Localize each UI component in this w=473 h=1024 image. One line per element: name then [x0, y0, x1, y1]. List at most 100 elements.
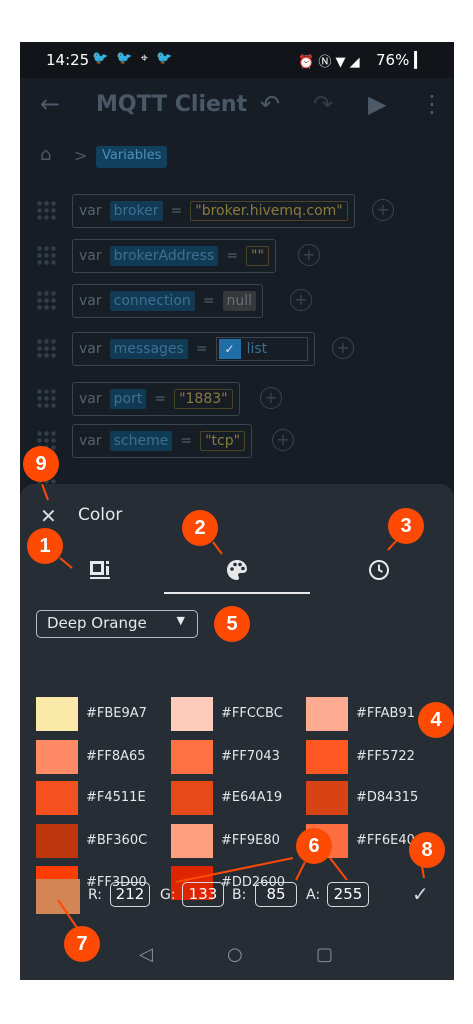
equals-sign: = [154, 391, 167, 407]
string-value[interactable]: "broker.hivemq.com" [190, 201, 348, 221]
system-status-icons: ⏰ Ⓝ ▼ ◢ [298, 55, 360, 70]
variable-name[interactable]: broker [109, 201, 163, 221]
add-icon[interactable]: + [272, 429, 294, 451]
drag-handle-icon[interactable] [36, 290, 58, 312]
variable-declaration[interactable]: var messages = ✓ list [72, 332, 316, 366]
callout-badge-4: 4 [418, 702, 454, 738]
swatch-hex-label: #FBE9A7 [86, 706, 147, 721]
drag-handle-icon[interactable] [36, 245, 58, 267]
active-tab-indicator [164, 592, 310, 594]
color-swatch[interactable]: #D84315 [306, 781, 436, 817]
swatch-color-chip[interactable] [171, 740, 213, 774]
swatch-hex-label: #FF7043 [221, 749, 280, 764]
callout-badge-9: 9 [23, 446, 59, 482]
variable-name[interactable]: connection [109, 291, 195, 311]
color-swatch[interactable]: #E64A19 [171, 781, 301, 817]
color-swatch[interactable]: #FF8A65 [36, 740, 166, 776]
palette-dropdown[interactable]: Deep Orange ▼ [36, 610, 198, 638]
color-swatch[interactable]: #FFAB91 [306, 697, 436, 733]
swatch-hex-label: #BF360C [86, 833, 148, 848]
variable-declaration[interactable]: var brokerAddress = "" [72, 239, 276, 273]
list-value[interactable]: ✓ list [215, 337, 309, 361]
variable-declaration[interactable]: var broker = "broker.hivemq.com" [72, 194, 355, 228]
confirm-check-icon[interactable]: ✓ [412, 882, 429, 906]
tab-palette[interactable] [164, 546, 310, 594]
variable-declaration[interactable]: var scheme = "tcp" [72, 424, 253, 458]
drag-handle-icon[interactable] [36, 388, 58, 410]
swatch-color-chip[interactable] [36, 697, 78, 731]
close-icon[interactable]: ✕ [40, 504, 57, 528]
swatch-color-chip[interactable] [171, 824, 213, 858]
swatch-color-chip[interactable] [306, 697, 348, 731]
swatch-hex-label: #FF5722 [356, 749, 415, 764]
color-swatch[interactable]: #FF9E80 [171, 824, 301, 860]
callout-badge-6: 6 [296, 828, 332, 864]
color-swatch[interactable]: #FFCCBC [171, 697, 301, 733]
more-options-icon[interactable]: ⋮ [420, 90, 444, 118]
status-time: 14:25 [46, 51, 90, 69]
variable-declaration[interactable]: var port = "1883" [72, 382, 240, 416]
green-input[interactable]: 133 [182, 882, 224, 907]
notification-icons: 🐦 🐦 ⌖ 🐦 [92, 51, 175, 66]
blue-input[interactable]: 85 [255, 882, 297, 907]
tab-history[interactable] [312, 546, 446, 594]
string-value[interactable]: "1883" [174, 389, 233, 409]
alpha-input[interactable]: 255 [327, 882, 369, 907]
string-value[interactable]: "tcp" [200, 431, 246, 451]
green-label: G: [160, 887, 176, 903]
color-swatch[interactable]: #FF5722 [306, 740, 436, 776]
swatch-hex-label: #D84315 [356, 790, 419, 805]
drag-handle-icon[interactable] [36, 200, 58, 222]
var-keyword: var [79, 433, 102, 449]
add-icon[interactable]: + [298, 244, 320, 266]
swatch-color-chip[interactable] [36, 740, 78, 774]
drag-handle-icon[interactable] [36, 338, 58, 360]
breadcrumb-separator: > [74, 146, 88, 165]
swatch-color-chip[interactable] [36, 781, 78, 815]
color-swatch[interactable]: #BF360C [36, 824, 166, 860]
add-icon[interactable]: + [372, 199, 394, 221]
red-input[interactable]: 212 [110, 882, 150, 907]
nav-back-icon[interactable]: ◁ [139, 944, 153, 965]
variable-name[interactable]: brokerAddress [109, 246, 219, 266]
color-swatch[interactable]: #F4511E [36, 781, 166, 817]
back-arrow-icon[interactable]: ← [40, 90, 60, 118]
string-value[interactable]: "" [246, 246, 269, 266]
home-icon[interactable]: ⌂ [40, 144, 51, 165]
redo-icon[interactable]: ↷ [313, 90, 333, 118]
swatch-hex-label: #FF6E40 [356, 833, 415, 848]
callout-badge-3: 3 [388, 508, 424, 544]
callout-badge-7: 7 [64, 926, 100, 962]
color-swatch[interactable]: #FF7043 [171, 740, 301, 776]
undo-icon[interactable]: ↶ [260, 90, 280, 118]
add-icon[interactable]: + [332, 337, 354, 359]
list-toggle-icon[interactable]: ✓ [218, 339, 241, 359]
swatch-hex-label: #F4511E [86, 790, 146, 805]
swatch-color-chip[interactable] [306, 781, 348, 815]
callout-badge-5: 5 [214, 606, 250, 642]
breadcrumb-variables[interactable]: Variables [96, 146, 168, 168]
run-icon[interactable]: ▶ [368, 90, 386, 118]
app-title: MQTT Client [96, 92, 248, 117]
add-icon[interactable]: + [290, 289, 312, 311]
var-keyword: var [79, 391, 102, 407]
variable-name[interactable]: messages [109, 339, 188, 359]
var-keyword: var [79, 293, 102, 309]
blue-label: B: [232, 887, 247, 903]
variable-name[interactable]: port [109, 389, 147, 409]
swatch-color-chip[interactable] [36, 824, 78, 858]
null-value[interactable]: null [222, 291, 257, 311]
custom-color-preview[interactable] [36, 879, 80, 914]
swatch-color-chip[interactable] [171, 781, 213, 815]
swatch-color-chip[interactable] [171, 697, 213, 731]
variable-name[interactable]: scheme [109, 431, 173, 451]
callout-badge-8: 8 [409, 832, 445, 868]
variable-declaration[interactable]: var connection = null [72, 284, 264, 318]
swatch-hex-label: #E64A19 [221, 790, 283, 805]
add-icon[interactable]: + [260, 387, 282, 409]
list-label: list [246, 341, 268, 357]
color-swatch[interactable]: #FBE9A7 [36, 697, 166, 733]
nav-recents-icon[interactable]: ▢ [316, 944, 333, 965]
swatch-color-chip[interactable] [306, 740, 348, 774]
nav-home-icon[interactable]: ○ [227, 944, 243, 965]
